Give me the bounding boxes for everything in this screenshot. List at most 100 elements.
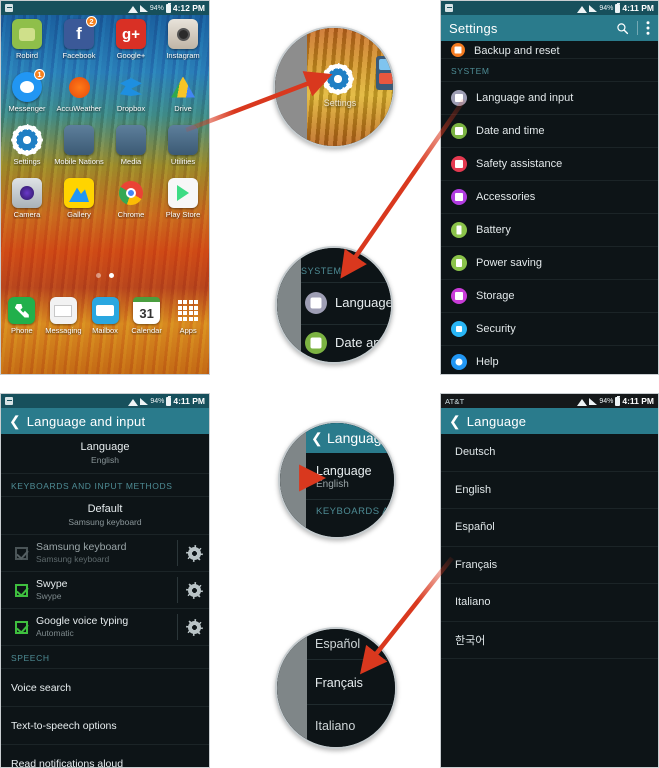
- settings-panel: 94% 4:11 PM Settings Backup and reset SY…: [440, 0, 659, 375]
- page-title: Settings: [449, 20, 498, 36]
- checkbox-google-voice-typing[interactable]: [15, 620, 28, 634]
- page-title: Language: [466, 413, 527, 429]
- app-label: Utilities: [170, 157, 196, 166]
- settings-item-date-and-time[interactable]: Date and time: [441, 115, 658, 148]
- back-chevron-icon[interactable]: ❮: [9, 414, 21, 428]
- folder-mobile-nations[interactable]: Mobile Nations: [53, 125, 105, 166]
- callout-caption-value: English: [316, 479, 349, 490]
- callout-caption[interactable]: Français: [315, 676, 363, 690]
- settings-item-label: Accessories: [476, 191, 536, 203]
- dock-item-mailbox[interactable]: Mailbox: [84, 297, 126, 335]
- settings-item-power-saving[interactable]: Power saving: [441, 247, 658, 280]
- help-icon: [451, 354, 467, 370]
- search-icon[interactable]: [616, 22, 629, 35]
- language-and-input-panel: 94% 4:11 PM ❮ Language and input Languag…: [0, 393, 210, 768]
- checkbox-samsung-keyboard[interactable]: [15, 546, 28, 560]
- language-option-korean[interactable]: 한국어: [441, 622, 658, 659]
- app-icon-messenger[interactable]: 1 Messenger: [1, 69, 53, 113]
- language-option-espanol[interactable]: Español: [441, 509, 658, 547]
- settings-item-accessories[interactable]: Accessories: [441, 181, 658, 214]
- settings-item-security[interactable]: Security: [441, 313, 658, 346]
- row-voice-search[interactable]: Voice search: [1, 669, 209, 707]
- language-option-francais[interactable]: Français: [441, 547, 658, 584]
- section-header-system: SYSTEM: [441, 59, 658, 82]
- row-value: Swype: [36, 591, 62, 602]
- folder-utilities[interactable]: Utilities: [157, 125, 209, 166]
- calendar-icon: 31: [133, 297, 161, 324]
- app-grid: Robird f 2 Facebook g+ Google+ Instagram: [1, 16, 209, 219]
- app-icon-camera[interactable]: Camera: [1, 178, 53, 219]
- back-chevron-icon-zoom[interactable]: ❮: [311, 430, 323, 447]
- settings-item-safety-assistance[interactable]: Safety assistance: [441, 148, 658, 181]
- row-swype[interactable]: Swype Swype: [1, 572, 209, 609]
- callout-caption[interactable]: Language: [316, 464, 372, 478]
- gear-icon[interactable]: [188, 620, 201, 634]
- dock-item-calendar[interactable]: 31 Calendar: [126, 297, 168, 335]
- home-status-bar: 94% 4:12 PM: [1, 1, 209, 15]
- settings-item-battery[interactable]: Battery: [441, 214, 658, 247]
- app-icon-googleplus[interactable]: g+ Google+: [105, 19, 157, 60]
- app-icon-chrome[interactable]: Chrome: [105, 178, 157, 219]
- phone-icon: [8, 297, 36, 324]
- accessories-icon: [451, 189, 467, 205]
- app-icon-playstore[interactable]: Play Store: [157, 178, 209, 219]
- row-label: Samsung keyboard: [36, 541, 127, 554]
- settings-item-storage[interactable]: Storage: [441, 280, 658, 313]
- app-icon-robird[interactable]: Robird: [1, 19, 53, 60]
- app-icon-gallery[interactable]: Gallery: [53, 178, 105, 219]
- page-dot-home[interactable]: [96, 273, 101, 278]
- callout-section-label: SYSTEM: [301, 266, 342, 276]
- screenshot-root: 94% 4:12 PM Robird f 2 Facebook g+ Googl…: [0, 0, 659, 768]
- page-title: Language and input: [26, 413, 146, 429]
- callout-caption[interactable]: Language: [335, 295, 391, 310]
- row-default-keyboard[interactable]: Default Samsung keyboard: [1, 497, 209, 535]
- settings-item-label: Safety assistance: [476, 158, 563, 170]
- row-label: Default: [87, 503, 123, 516]
- gallery-icon: [64, 178, 94, 208]
- app-icon-settings[interactable]: Settings: [1, 124, 53, 166]
- settings-item-help[interactable]: Help: [441, 346, 658, 374]
- app-label: Messenger: [8, 104, 46, 113]
- gear-icon[interactable]: [188, 546, 201, 560]
- language-option-italiano[interactable]: Italiano: [441, 584, 658, 622]
- row-google-voice-typing[interactable]: Google voice typing Automatic: [1, 609, 209, 646]
- callout-option-italiano[interactable]: Italiano: [315, 719, 355, 733]
- signal-icon: [139, 4, 148, 12]
- page-indicator: [1, 273, 209, 278]
- settings-item-label: Help: [476, 356, 499, 368]
- app-icon-facebook[interactable]: f 2 Facebook: [53, 16, 105, 60]
- divider: [177, 540, 178, 566]
- dock-item-phone[interactable]: Phone: [1, 297, 43, 335]
- robird-icon: [12, 19, 42, 49]
- app-icon-dropbox[interactable]: Dropbox: [105, 72, 157, 113]
- dock-item-apps[interactable]: Apps: [167, 297, 209, 335]
- row-value: English: [91, 455, 119, 466]
- settings-list: Backup and reset SYSTEM Language and inp…: [441, 41, 658, 374]
- callout-option-espanol[interactable]: Español: [315, 637, 360, 651]
- app-icon-accuweather[interactable]: AccuWeather: [53, 72, 105, 113]
- callout-secondary-label: Date an: [335, 335, 381, 350]
- app-icon-drive[interactable]: Drive: [157, 72, 209, 113]
- row-language[interactable]: Language English: [1, 434, 209, 474]
- drive-icon: [168, 72, 198, 102]
- app-label: Drive: [174, 104, 192, 113]
- row-read-notifications-aloud[interactable]: Read notifications aloud: [1, 745, 209, 768]
- language-option-deutsch[interactable]: Deutsch: [441, 434, 658, 472]
- more-options-icon[interactable]: [646, 21, 650, 35]
- gear-icon[interactable]: [188, 583, 201, 597]
- folder-media[interactable]: Media: [105, 125, 157, 166]
- back-chevron-icon[interactable]: ❮: [449, 414, 461, 428]
- signal-icon: [589, 397, 598, 405]
- row-text-to-speech-options[interactable]: Text-to-speech options: [1, 707, 209, 745]
- app-label: Mobile Nations: [54, 157, 104, 166]
- language-option-english[interactable]: English: [441, 472, 658, 509]
- checkbox-swype[interactable]: [15, 583, 28, 597]
- page-dot-active[interactable]: [109, 273, 114, 278]
- app-icon-instagram[interactable]: Instagram: [157, 19, 209, 60]
- folder-icon: [64, 125, 94, 155]
- settings-item-language-and-input[interactable]: Language and input: [441, 82, 658, 115]
- row-samsung-keyboard[interactable]: Samsung keyboard Samsung keyboard: [1, 535, 209, 572]
- settings-item-backup-and-reset[interactable]: Backup and reset: [441, 41, 658, 59]
- settings-gear-icon-zoom[interactable]: [322, 63, 354, 95]
- dock-item-messaging[interactable]: Messaging: [43, 297, 85, 335]
